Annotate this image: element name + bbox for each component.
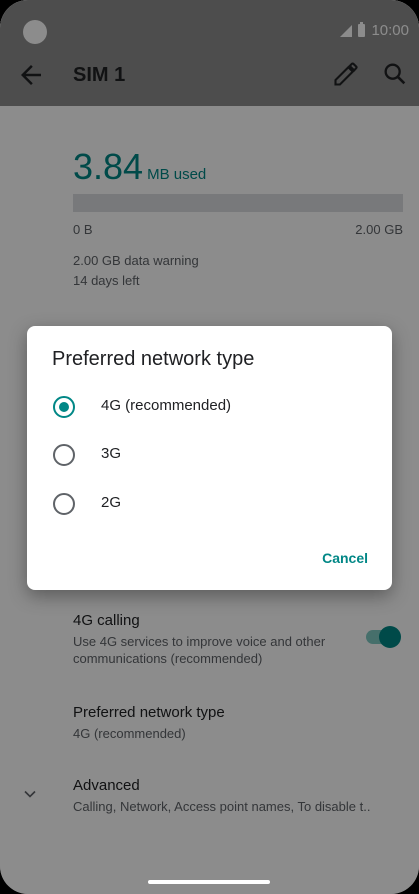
dialog-title: Preferred network type — [52, 348, 255, 370]
radio-unchecked-icon[interactable] — [53, 493, 75, 515]
option-label: 3G — [101, 445, 122, 462]
cancel-button[interactable]: Cancel — [322, 550, 368, 566]
home-gesture-handle[interactable] — [148, 880, 270, 884]
radio-unchecked-icon[interactable] — [53, 444, 75, 466]
option-4g[interactable]: 4G (recommended) — [27, 386, 392, 426]
phone-screen: 10:00 SIM 1 3.84 MB used 0 B 2.00 GB 2.00… — [0, 0, 419, 894]
option-3g[interactable]: 3G — [27, 434, 392, 474]
radio-checked-icon[interactable] — [53, 396, 75, 418]
option-label: 2G — [101, 494, 122, 511]
network-type-dialog: Preferred network type 4G (recommended) … — [27, 326, 392, 590]
option-label: 4G (recommended) — [101, 397, 232, 414]
option-2g[interactable]: 2G — [27, 483, 392, 523]
